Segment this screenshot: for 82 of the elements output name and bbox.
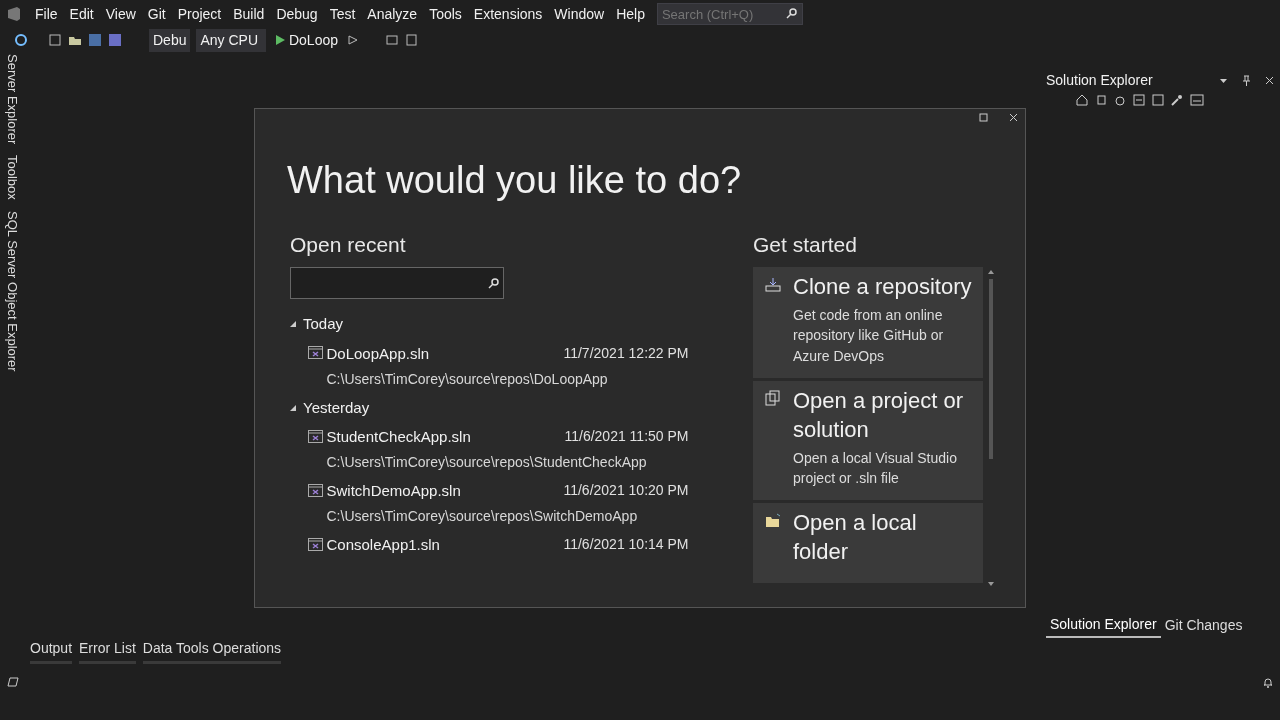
menu-item[interactable]: Window [548, 1, 611, 27]
close-icon[interactable] [1009, 112, 1018, 122]
card-title: Clone a repository [793, 273, 973, 301]
dropdown-icon[interactable] [1219, 76, 1228, 85]
menu-item[interactable]: Project [171, 1, 228, 27]
expanded-icon[interactable] [290, 321, 296, 328]
action-card[interactable]: Open a local folder [753, 503, 983, 584]
save-all-icon[interactable] [108, 33, 122, 47]
menu-item[interactable]: Test [323, 1, 362, 27]
file-path: C:\Users\TimCorey\source\repos\SwitchDemoApp [326, 507, 639, 526]
menu-item[interactable]: Build [227, 1, 271, 27]
panel-tab[interactable]: Git Changes [1160, 614, 1247, 638]
configuration-dropdown[interactable]: Debu [149, 28, 191, 52]
section-heading: Get started [753, 231, 858, 258]
new-project-icon[interactable] [48, 33, 62, 47]
menu-item[interactable]: Debug [270, 1, 324, 27]
action-card[interactable]: Clone a repository Get code from an online repository like GitHub or Azure DevOps [753, 267, 983, 378]
menu-item[interactable]: Tools [423, 1, 468, 27]
close-icon[interactable] [1265, 76, 1274, 85]
side-tab[interactable]: SQL Server Object Explorer [0, 209, 24, 374]
menu-item[interactable]: View [99, 1, 142, 27]
toolbar-icon[interactable] [385, 33, 399, 47]
tool-window-tab[interactable]: Data Tools Operations [142, 638, 282, 664]
folder-icon [765, 512, 781, 529]
search-icon [488, 277, 499, 289]
save-icon[interactable] [88, 33, 102, 47]
solution-file-icon [308, 346, 323, 360]
file-name[interactable]: ConsoleApp1.sln [326, 534, 440, 557]
preview-icon[interactable] [1190, 94, 1204, 106]
solution-file-icon [308, 537, 323, 552]
file-name[interactable]: SwitchDemoApp.sln [326, 480, 461, 503]
menu-item[interactable]: Analyze [361, 1, 424, 27]
file-name[interactable]: DoLoopApp.sln [326, 342, 430, 365]
group-header[interactable]: Today [303, 313, 344, 336]
card-title: Open a project or solution [793, 387, 964, 444]
file-date: 11/6/2021 10:20 PM [563, 481, 689, 500]
clone-icon [765, 276, 781, 293]
home-icon[interactable] [1076, 94, 1088, 106]
panel-tab[interactable]: Solution Explorer [1046, 614, 1161, 638]
file-date: 11/6/2021 11:50 PM [564, 427, 689, 446]
file-name[interactable]: StudentCheckApp.sln [326, 426, 471, 449]
solution-file-icon [308, 429, 323, 444]
play-icon [276, 35, 286, 45]
search-icon [785, 8, 797, 19]
menu-item[interactable]: Git [141, 1, 172, 27]
menu-item[interactable]: File [29, 1, 64, 27]
file-path: C:\Users\TimCorey\source\repos\StudentCheckApp [326, 453, 648, 472]
card-description: Get code from an online repository like GitHub or Azure DevOps [793, 306, 945, 366]
start-without-debugging-icon[interactable] [348, 35, 358, 45]
side-tab[interactable]: Toolbox [0, 153, 24, 203]
collapse-icon[interactable] [1133, 94, 1145, 106]
search-field[interactable]: Search (Ctrl+Q) [656, 3, 803, 25]
solution-file-icon [308, 483, 323, 498]
toolbar-icon[interactable] [405, 33, 419, 47]
recent-search-field[interactable] [290, 267, 504, 299]
show-files-icon[interactable] [1152, 94, 1164, 106]
file-date: 11/6/2021 10:14 PM [563, 535, 689, 554]
menu-item[interactable]: Edit [63, 1, 100, 27]
app-logo-icon [6, 6, 22, 22]
side-tab[interactable]: Server Explorer [0, 52, 24, 147]
menu-item[interactable]: Help [610, 1, 651, 27]
tool-window-tab[interactable]: Output [30, 638, 73, 664]
maximize-icon[interactable] [979, 112, 988, 122]
project-icon [765, 390, 781, 407]
platform-dropdown[interactable]: Any CPU [196, 28, 267, 52]
card-title: Open a local folder [793, 509, 918, 566]
menu-item[interactable]: Extensions [467, 1, 549, 27]
action-card[interactable]: Open a project or solution Open a local Visual Studio project or .sln file [753, 381, 983, 501]
dialog-title: What would you like to do? [287, 157, 743, 203]
status-icon[interactable] [7, 677, 19, 687]
card-description: Open a local Visual Studio project or .sln file [793, 448, 958, 488]
wrench-icon[interactable] [1171, 94, 1183, 106]
notification-icon[interactable] [1263, 676, 1273, 688]
section-heading: Open recent [290, 231, 407, 258]
tool-window-tab[interactable]: Error List [79, 638, 136, 664]
expanded-icon[interactable] [290, 404, 296, 411]
file-date: 11/7/2021 12:22 PM [563, 343, 689, 363]
file-path: C:\Users\TimCorey\source\repos\DoLoopApp [326, 369, 609, 389]
start-button[interactable]: DoLoop [272, 28, 342, 52]
group-header[interactable]: Yesterday [303, 396, 370, 419]
panel-title: Solution Explorer [1046, 71, 1153, 90]
pin-icon[interactable] [1242, 75, 1251, 86]
